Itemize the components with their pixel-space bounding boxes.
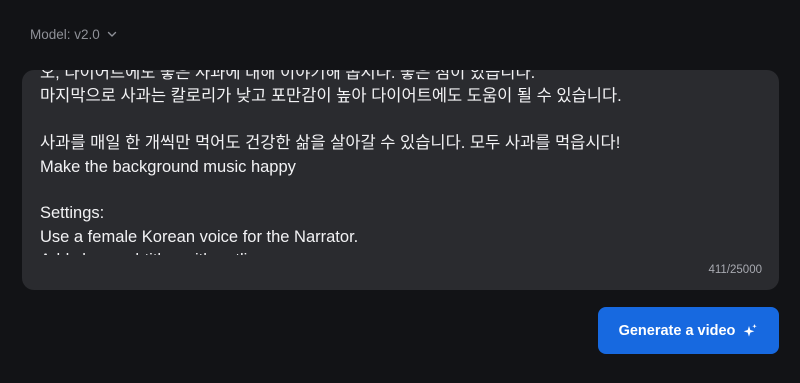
prompt-panel[interactable]: 오, 다이어트에도 좋은 사과에 대해 이야기해 봅시다. 좋은 점이 있습니다… bbox=[22, 70, 779, 290]
generate-video-button[interactable]: Generate a video bbox=[598, 307, 779, 354]
model-selector-label: Model: v2.0 bbox=[30, 26, 100, 42]
generate-video-button-label: Generate a video bbox=[618, 322, 736, 339]
character-counter: 411/25000 bbox=[708, 264, 762, 276]
chevron-down-icon bbox=[106, 28, 118, 40]
model-selector[interactable]: Model: v2.0 bbox=[30, 24, 118, 44]
sparkle-icon bbox=[742, 323, 758, 339]
prompt-textarea[interactable]: 오, 다이어트에도 좋은 사과에 대해 이야기해 봅시다. 좋은 점이 있습니다… bbox=[40, 70, 760, 255]
